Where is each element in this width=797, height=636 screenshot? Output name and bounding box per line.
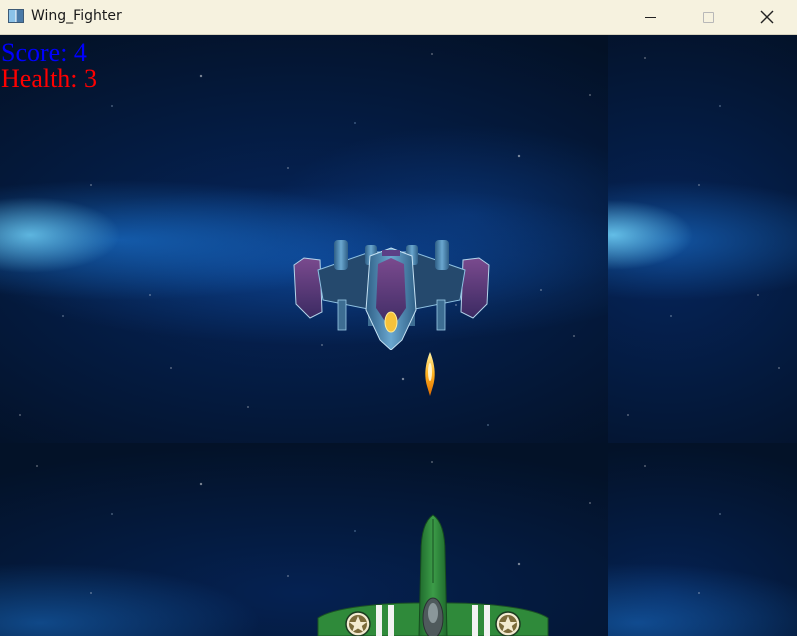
app-window-icon bbox=[8, 9, 24, 23]
minimize-button[interactable] bbox=[621, 0, 679, 34]
close-icon bbox=[760, 10, 774, 24]
background-tile bbox=[608, 443, 797, 636]
minimize-icon bbox=[644, 16, 656, 18]
green-fighter-plane bbox=[317, 514, 549, 636]
close-button[interactable] bbox=[738, 0, 796, 34]
enemy-spaceship bbox=[293, 240, 490, 350]
game-window: Wing_Fighter Score: 4 Health: 3 bbox=[0, 0, 797, 636]
game-canvas[interactable]: Score: 4 Health: 3 bbox=[0, 35, 797, 636]
title-bar[interactable]: Wing_Fighter bbox=[0, 0, 797, 35]
maximize-icon bbox=[702, 11, 714, 23]
health-label: Health: 3 bbox=[1, 64, 98, 93]
background-tile bbox=[608, 35, 797, 443]
score-label: Score: 4 bbox=[1, 38, 87, 67]
fireball-bullet bbox=[425, 352, 435, 396]
window-title: Wing_Fighter bbox=[31, 8, 122, 24]
maximize-button[interactable] bbox=[679, 0, 737, 34]
